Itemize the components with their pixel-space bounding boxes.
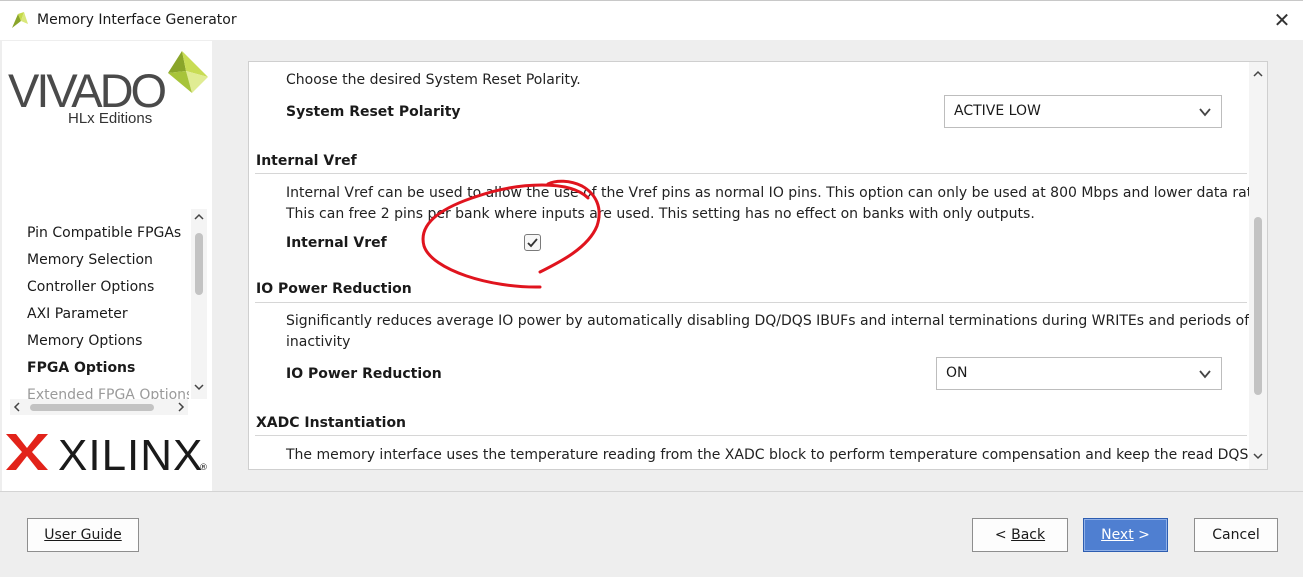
user-guide-label: User Guide: [44, 527, 122, 543]
left-panel: VIVADO HLx Editions Pin Compatible FPGAs…: [2, 41, 212, 491]
step-navigation-list: Pin Compatible FPGAs Memory Selection Co…: [4, 209, 189, 399]
back-prefix: <: [994, 527, 1012, 543]
scroll-down-icon[interactable]: [193, 381, 205, 393]
io-power-description-1: Significantly reduces average IO power b…: [286, 313, 1250, 329]
xilinx-x-icon: [6, 434, 48, 470]
nav-vertical-scrollbar[interactable]: [191, 209, 207, 399]
nav-horizontal-scrollbar[interactable]: [10, 399, 188, 415]
io-power-reduction-heading: IO Power Reduction: [256, 281, 412, 297]
io-power-reduction-label: IO Power Reduction: [286, 366, 442, 382]
back-button[interactable]: < Back: [972, 518, 1068, 552]
scroll-left-icon[interactable]: [10, 400, 24, 414]
section-divider: [255, 173, 1247, 174]
user-guide-button[interactable]: User Guide: [27, 518, 139, 552]
section-divider: [255, 302, 1247, 303]
chevron-down-icon: [1199, 370, 1211, 379]
title-bar: Memory Interface Generator ✕: [0, 0, 1303, 40]
reset-polarity-value: ACTIVE LOW: [954, 103, 1041, 119]
close-icon: ✕: [1273, 8, 1291, 32]
internal-vref-checkbox[interactable]: [524, 234, 541, 251]
scroll-up-icon[interactable]: [1252, 68, 1264, 80]
io-power-reduction-value: ON: [946, 365, 968, 381]
nav-item-extended-fpga-options[interactable]: Extended FPGA Options: [27, 387, 189, 399]
vivado-app-icon: [12, 12, 28, 28]
footer-divider: [0, 491, 1303, 492]
content-scroll-thumb[interactable]: [1254, 217, 1262, 395]
reset-polarity-label: System Reset Polarity: [286, 104, 461, 120]
scroll-down-icon[interactable]: [1252, 450, 1264, 462]
next-button[interactable]: Next >: [1083, 518, 1168, 552]
io-power-description-2: inactivity: [286, 334, 351, 350]
registered-mark: ®: [199, 463, 208, 473]
content-vertical-scrollbar[interactable]: [1249, 62, 1267, 469]
internal-vref-heading: Internal Vref: [256, 153, 357, 169]
vivado-edition-label: HLx Editions: [68, 110, 153, 127]
internal-vref-label: Internal Vref: [286, 235, 387, 251]
chevron-down-icon: [1199, 108, 1211, 117]
nav-item-pin-compatible-fpgas[interactable]: Pin Compatible FPGAs: [27, 225, 181, 241]
nav-item-memory-options[interactable]: Memory Options: [27, 333, 142, 349]
reset-polarity-description: Choose the desired System Reset Polarity…: [286, 72, 581, 88]
xilinx-wordmark: XILINX: [58, 431, 204, 480]
nav-item-memory-selection[interactable]: Memory Selection: [27, 252, 153, 268]
close-button[interactable]: ✕: [1268, 7, 1296, 33]
back-label: Back: [1011, 527, 1046, 543]
xadc-description-1: The memory interface uses the temperatur…: [286, 447, 1249, 463]
internal-vref-description-2: This can free 2 pins per bank where inpu…: [286, 206, 1035, 222]
nav-hscroll-thumb[interactable]: [30, 404, 154, 411]
xadc-instantiation-heading: XADC Instantiation: [256, 415, 407, 431]
nav-item-axi-parameter[interactable]: AXI Parameter: [27, 306, 128, 322]
section-divider: [255, 435, 1247, 436]
vivado-leaf-icon: [168, 51, 208, 93]
cancel-button[interactable]: Cancel: [1194, 518, 1278, 552]
io-power-reduction-dropdown[interactable]: ON: [936, 357, 1222, 390]
checkmark-icon: [527, 238, 538, 248]
reset-polarity-dropdown[interactable]: ACTIVE LOW: [944, 95, 1222, 128]
cancel-label: Cancel: [1212, 527, 1260, 543]
next-label: Next: [1101, 527, 1134, 543]
scroll-right-icon[interactable]: [174, 400, 188, 414]
nav-item-controller-options[interactable]: Controller Options: [27, 279, 154, 295]
window-title: Memory Interface Generator: [37, 12, 237, 28]
nav-item-fpga-options[interactable]: FPGA Options: [27, 360, 135, 376]
internal-vref-description-1: Internal Vref can be used to allow the u…: [286, 185, 1268, 201]
fpga-options-panel: Choose the desired System Reset Polarity…: [248, 61, 1268, 470]
scroll-up-icon[interactable]: [193, 211, 205, 223]
next-suffix: >: [1133, 527, 1150, 543]
nav-scroll-thumb[interactable]: [195, 233, 203, 295]
